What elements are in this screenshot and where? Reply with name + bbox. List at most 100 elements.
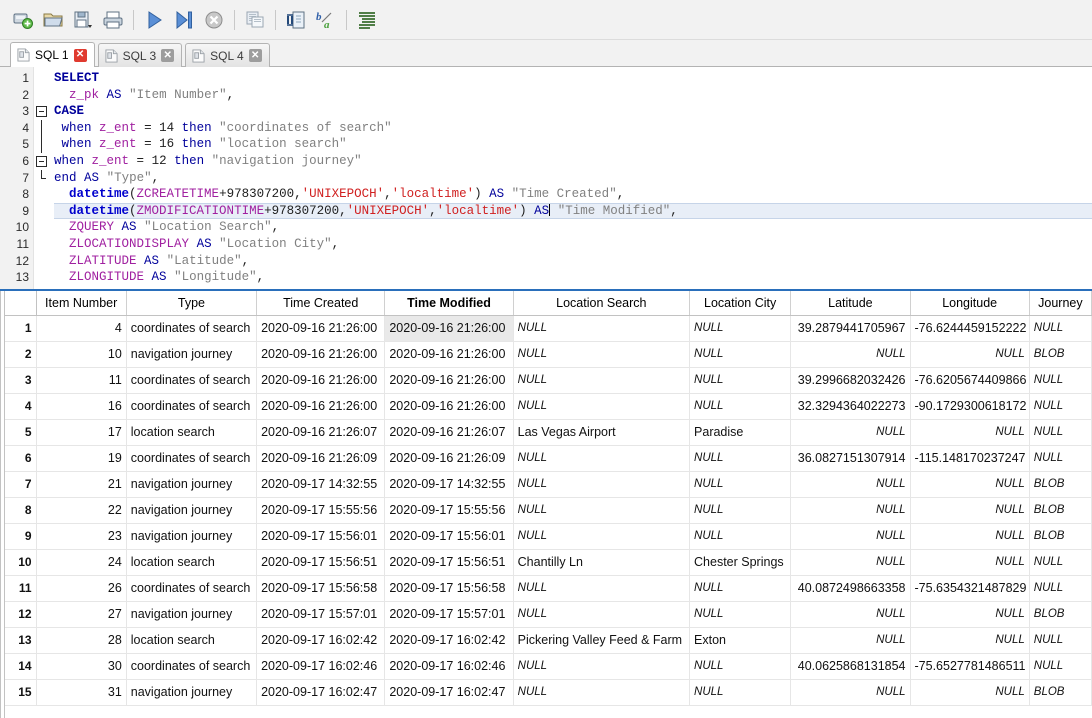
cell-null[interactable]: NULL xyxy=(1029,393,1091,419)
tab-close-icon[interactable]: ✕ xyxy=(249,49,262,62)
cell-value[interactable]: 2020-09-17 15:56:58 xyxy=(385,575,513,601)
cell-value[interactable]: location search xyxy=(126,549,256,575)
column-header-longitude[interactable]: Longitude xyxy=(910,291,1029,315)
cell-value[interactable]: 2020-09-17 15:55:56 xyxy=(385,497,513,523)
cell-value[interactable]: 2020-09-16 21:26:00 xyxy=(257,315,385,341)
cell-null[interactable]: NULL xyxy=(513,653,689,679)
cell-null[interactable]: NULL xyxy=(513,393,689,419)
tab-sql-3[interactable]: SQL 3✕ xyxy=(98,43,183,67)
cell-value[interactable]: -90.1729300618172 xyxy=(910,393,1029,419)
cell-value[interactable]: -75.6354321487829 xyxy=(910,575,1029,601)
find-icon[interactable] xyxy=(281,5,311,35)
cell-value[interactable]: coordinates of search xyxy=(126,575,256,601)
column-header-location-search[interactable]: Location Search xyxy=(513,291,689,315)
cell-value[interactable]: 2020-09-16 21:26:00 xyxy=(385,341,513,367)
cell-null[interactable]: NULL xyxy=(690,393,791,419)
cell-value[interactable]: 2020-09-16 21:26:00 xyxy=(385,315,513,341)
code-folding-gutter[interactable] xyxy=(34,67,50,289)
sql-code-area[interactable]: SELECT z_pk AS "Item Number",CASE when z… xyxy=(50,67,1092,289)
cell-null[interactable]: NULL xyxy=(791,341,910,367)
cell-value[interactable]: 39.2879441705967 xyxy=(791,315,910,341)
cell-value[interactable]: Chantilly Ln xyxy=(513,549,689,575)
cell-value[interactable]: 2020-09-17 16:02:47 xyxy=(257,679,385,705)
cell-value[interactable]: 39.2996682032426 xyxy=(791,367,910,393)
code-line[interactable]: when z_ent = 12 then "navigation journey… xyxy=(54,153,1092,170)
code-line[interactable]: end AS "Type", xyxy=(54,170,1092,187)
cell-value[interactable]: 17 xyxy=(36,419,126,445)
cell-value[interactable]: coordinates of search xyxy=(126,315,256,341)
cell-null[interactable]: NULL xyxy=(513,341,689,367)
cell-value[interactable]: Exton xyxy=(690,627,791,653)
cell-value[interactable]: 2020-09-16 21:26:07 xyxy=(385,419,513,445)
code-line[interactable]: datetime(ZCREATETIME+978307200,'UNIXEPOC… xyxy=(54,186,1092,203)
cell-value[interactable]: 2020-09-16 21:26:00 xyxy=(257,393,385,419)
row-number-header[interactable]: 12 xyxy=(0,601,36,627)
cell-value[interactable]: 2020-09-17 15:56:51 xyxy=(385,549,513,575)
cell-value[interactable]: 23 xyxy=(36,523,126,549)
tab-sql-4[interactable]: SQL 4✕ xyxy=(185,43,270,67)
cell-null[interactable]: NULL xyxy=(791,679,910,705)
cell-null[interactable]: NULL xyxy=(910,627,1029,653)
cell-value[interactable]: 2020-09-17 15:56:01 xyxy=(385,523,513,549)
table-row[interactable]: 822navigation journey2020-09-17 15:55:56… xyxy=(0,497,1092,523)
cell-value[interactable]: navigation journey xyxy=(126,497,256,523)
cell-null[interactable]: NULL xyxy=(690,679,791,705)
tab-close-icon[interactable]: ✕ xyxy=(74,49,87,62)
fold-slot[interactable] xyxy=(34,103,50,120)
tab-sql-1[interactable]: SQL 1✕ xyxy=(10,42,95,67)
code-line[interactable]: datetime(ZMODIFICATIONTIME+978307200,'UN… xyxy=(54,203,1092,220)
cell-value[interactable]: navigation journey xyxy=(126,523,256,549)
row-number-header[interactable]: 10 xyxy=(0,549,36,575)
cell-value[interactable]: 2020-09-16 21:26:07 xyxy=(257,419,385,445)
cell-null[interactable]: NULL xyxy=(513,445,689,471)
table-row[interactable]: 923navigation journey2020-09-17 15:56:01… xyxy=(0,523,1092,549)
fold-collapse-icon[interactable] xyxy=(36,106,47,117)
cell-value[interactable]: 24 xyxy=(36,549,126,575)
row-number-header[interactable]: 5 xyxy=(0,419,36,445)
code-line[interactable]: CASE xyxy=(54,103,1092,120)
cell-value[interactable]: location search xyxy=(126,419,256,445)
cell-null[interactable]: NULL xyxy=(910,341,1029,367)
cell-null[interactable]: NULL xyxy=(690,471,791,497)
cell-null[interactable]: NULL xyxy=(791,549,910,575)
cell-value[interactable]: 2020-09-17 16:02:47 xyxy=(385,679,513,705)
row-number-header[interactable]: 4 xyxy=(0,393,36,419)
cell-null[interactable]: NULL xyxy=(791,471,910,497)
cell-null[interactable]: NULL xyxy=(690,367,791,393)
table-row[interactable]: 1126coordinates of search2020-09-17 15:5… xyxy=(0,575,1092,601)
cell-null[interactable]: NULL xyxy=(690,601,791,627)
row-number-header[interactable]: 14 xyxy=(0,653,36,679)
cell-blob[interactable]: BLOB xyxy=(1029,679,1091,705)
new-connection-icon[interactable] xyxy=(8,5,38,35)
cell-value[interactable]: 2020-09-17 16:02:42 xyxy=(385,627,513,653)
cell-value[interactable]: 4 xyxy=(36,315,126,341)
cell-value[interactable]: 27 xyxy=(36,601,126,627)
cell-value[interactable]: coordinates of search xyxy=(126,653,256,679)
open-folder-icon[interactable] xyxy=(38,5,68,35)
cell-value[interactable]: location search xyxy=(126,627,256,653)
cell-value[interactable]: Paradise xyxy=(690,419,791,445)
table-row[interactable]: 210navigation journey2020-09-16 21:26:00… xyxy=(0,341,1092,367)
cell-null[interactable]: NULL xyxy=(690,575,791,601)
sql-editor[interactable]: 12345678910111213 SELECT z_pk AS "Item N… xyxy=(0,67,1092,291)
cell-null[interactable]: NULL xyxy=(690,445,791,471)
cell-value[interactable]: 16 xyxy=(36,393,126,419)
code-line[interactable]: when z_ent = 14 then "coordinates of sea… xyxy=(54,120,1092,137)
cell-value[interactable]: -76.6205674409866 xyxy=(910,367,1029,393)
code-line[interactable]: ZLATITUDE AS "Latitude", xyxy=(54,253,1092,270)
cell-null[interactable]: NULL xyxy=(1029,575,1091,601)
cell-value[interactable]: coordinates of search xyxy=(126,445,256,471)
column-header-location-city[interactable]: Location City xyxy=(690,291,791,315)
cell-value[interactable]: 30 xyxy=(36,653,126,679)
code-line[interactable]: ZQUERY AS "Location Search", xyxy=(54,219,1092,236)
code-line[interactable]: when z_ent = 16 then "location search" xyxy=(54,136,1092,153)
cell-value[interactable]: 2020-09-16 21:26:09 xyxy=(385,445,513,471)
row-number-header[interactable]: 3 xyxy=(0,367,36,393)
cell-value[interactable]: 2020-09-16 21:26:00 xyxy=(385,393,513,419)
save-as-icon[interactable] xyxy=(68,5,98,35)
cell-value[interactable]: 2020-09-16 21:26:00 xyxy=(257,367,385,393)
cell-null[interactable]: NULL xyxy=(1029,445,1091,471)
column-header-time-modified[interactable]: Time Modified xyxy=(385,291,513,315)
cell-null[interactable]: NULL xyxy=(791,497,910,523)
cell-value[interactable]: 21 xyxy=(36,471,126,497)
